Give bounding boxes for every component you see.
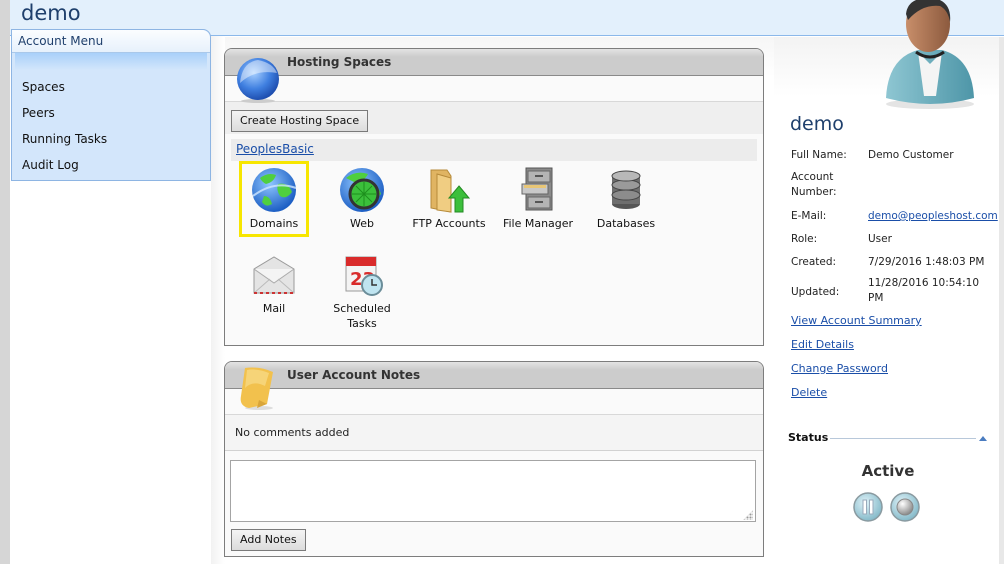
user-account-notes-title: User Account Notes xyxy=(225,362,763,389)
tile-ftp-accounts[interactable]: FTP Accounts xyxy=(406,166,492,231)
hosting-spaces-header-spacer xyxy=(225,76,763,102)
sidebar-item-running-tasks[interactable]: Running Tasks xyxy=(12,130,210,156)
tile-label: Domains xyxy=(249,217,299,230)
view-account-summary-link[interactable]: View Account Summary xyxy=(791,314,922,327)
tile-web[interactable]: Web xyxy=(318,166,406,231)
page-edge xyxy=(999,37,1004,564)
pause-button[interactable] xyxy=(852,491,884,523)
hosting-space-link[interactable]: PeoplesBasic xyxy=(236,142,314,156)
field-value: User xyxy=(868,233,892,245)
folder-upload-icon xyxy=(430,169,471,213)
globe-icon xyxy=(252,168,297,212)
account-menu-list: Spaces Peers Running Tasks Audit Log xyxy=(12,78,210,182)
blue-orb-icon xyxy=(237,58,279,103)
hosting-toolbar: Create Hosting Space xyxy=(225,102,763,134)
notes-textarea[interactable] xyxy=(230,460,756,522)
hosting-space-row: PeoplesBasic xyxy=(231,139,757,161)
create-hosting-space-button[interactable]: Create Hosting Space xyxy=(231,110,369,132)
field-label: Full Name: xyxy=(791,149,847,161)
tile-scheduled-tasks[interactable]: 23 Scheduled Tasks xyxy=(318,251,406,331)
tile-domains[interactable]: Domains xyxy=(239,161,309,237)
notes-header-spacer xyxy=(225,389,763,415)
tile-mail[interactable]: Mail xyxy=(230,251,318,316)
account-menu-title: Account Menu xyxy=(12,30,210,53)
field-value: Demo Customer xyxy=(868,149,954,161)
tile-label: Databases xyxy=(596,217,656,230)
account-menu-band xyxy=(15,53,207,70)
field-label: Account Number: xyxy=(791,171,837,198)
field-label: Role: xyxy=(791,233,818,245)
status-value: Active xyxy=(861,462,915,480)
status-divider xyxy=(830,438,976,439)
field-label: Updated: xyxy=(791,286,840,298)
database-icon xyxy=(611,170,641,209)
user-name: demo xyxy=(790,113,844,135)
delete-link[interactable]: Delete xyxy=(791,386,827,399)
user-avatar-icon xyxy=(886,0,974,109)
web-globe-icon xyxy=(340,168,384,212)
tile-file-manager[interactable]: File Manager xyxy=(494,166,582,231)
field-value: 11/28/2016 10:54:10 PM xyxy=(868,277,980,304)
tile-label: FTP Accounts xyxy=(412,217,486,230)
tile-databases[interactable]: Databases xyxy=(582,166,670,231)
account-menu: Account Menu Spaces Peers Running Tasks … xyxy=(11,29,211,181)
sidebar-item-peers[interactable]: Peers xyxy=(12,104,210,130)
status-section-header: Status xyxy=(788,431,988,447)
hosting-space-tiles: Domains Web FTP Accounts File Manager Da… xyxy=(225,161,763,341)
status-heading: Status xyxy=(788,431,829,444)
user-account-notes-panel: User Account Notes No comments added Add… xyxy=(224,361,764,557)
field-label: E-Mail: xyxy=(791,210,827,222)
tile-label: Scheduled Tasks xyxy=(333,302,391,330)
calendar-clock-icon: 23 xyxy=(345,256,383,296)
change-password-link[interactable]: Change Password xyxy=(791,362,888,375)
tile-label: Web xyxy=(350,217,374,230)
add-notes-button[interactable]: Add Notes xyxy=(231,529,306,551)
field-label: Created: xyxy=(791,256,837,268)
edit-details-link[interactable]: Edit Details xyxy=(791,338,854,351)
file-cabinet-icon xyxy=(521,167,553,211)
sidebar-item-audit-log[interactable]: Audit Log xyxy=(12,156,210,182)
tile-label: File Manager xyxy=(502,217,574,230)
collapse-arrow-icon[interactable] xyxy=(979,436,987,441)
sidebar-divider xyxy=(211,36,225,564)
sticky-note-icon xyxy=(240,367,273,410)
envelope-icon xyxy=(253,256,295,294)
no-comments-message: No comments added xyxy=(225,415,763,451)
email-link[interactable]: demo@peopleshost.com xyxy=(868,209,998,224)
field-value: 7/29/2016 1:48:03 PM xyxy=(868,256,985,268)
sidebar-item-spaces[interactable]: Spaces xyxy=(12,78,210,104)
hosting-spaces-title: Hosting Spaces xyxy=(225,49,763,76)
header-title: demo xyxy=(21,1,81,25)
hosting-spaces-panel: Hosting Spaces Create Hosting Space Peop… xyxy=(224,48,764,346)
stop-button[interactable] xyxy=(889,491,921,523)
tile-label: Mail xyxy=(262,302,286,315)
